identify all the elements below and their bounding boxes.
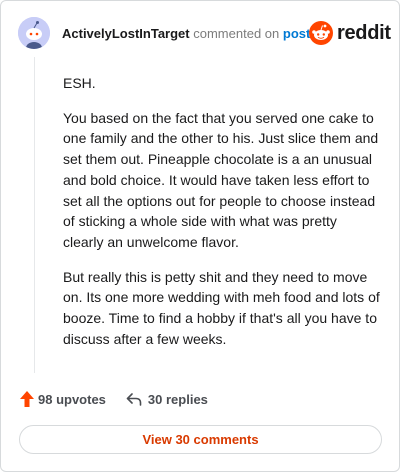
avatar[interactable] — [18, 17, 50, 49]
comment-header: ActivelyLostInTarget commented on post — [62, 26, 310, 42]
snoo-avatar-icon — [18, 17, 50, 49]
upvote-button[interactable]: 98 upvotes — [19, 390, 106, 408]
replies-button[interactable]: 30 replies — [126, 392, 208, 407]
reddit-wordmark: reddit — [337, 21, 391, 44]
reddit-logo[interactable]: reddit — [309, 21, 391, 45]
upvote-arrow-icon — [20, 391, 34, 407]
comment-actions: 98 upvotes 30 replies — [19, 390, 208, 408]
comment-body: ESH. You based on the fact that you serv… — [63, 73, 381, 363]
comment-paragraph: But really this is petty shit and they n… — [63, 268, 380, 347]
comment-paragraph: ESH. — [63, 75, 96, 91]
upvotes-count: 98 upvotes — [38, 391, 106, 407]
replies-count: 30 replies — [147, 391, 208, 407]
thread-line — [34, 57, 35, 373]
comment-card: ActivelyLostInTarget commented on post r… — [0, 0, 400, 472]
username[interactable]: ActivelyLostInTarget — [62, 26, 190, 41]
commented-on-text: commented on — [193, 26, 280, 41]
post-link[interactable]: post — [283, 26, 310, 41]
reply-arrow-icon — [126, 393, 142, 406]
comment-paragraph: You based on the fact that you served on… — [63, 109, 379, 250]
view-comments-button[interactable]: View 30 comments — [19, 425, 382, 454]
reddit-snoo-icon — [309, 21, 333, 45]
